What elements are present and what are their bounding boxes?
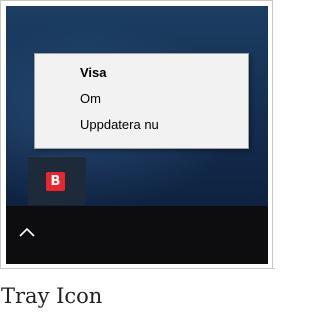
desktop-screenshot: Visa Om Uppdatera nu B <box>6 6 268 264</box>
show-hidden-icons-button[interactable] <box>14 220 40 246</box>
figure-frame: Visa Om Uppdatera nu B <box>0 0 273 268</box>
taskbar <box>6 206 268 264</box>
app-logo-icon[interactable]: B <box>46 172 65 191</box>
menu-item-om[interactable]: Om <box>35 86 248 112</box>
figure-caption: Tray Icon <box>1 284 103 308</box>
chevron-up-icon <box>19 227 35 237</box>
tray-context-menu: Visa Om Uppdatera nu <box>34 53 249 149</box>
divider <box>0 268 275 269</box>
tray-overflow-panel: B <box>28 156 86 205</box>
menu-item-visa[interactable]: Visa <box>35 60 248 86</box>
menu-item-uppdatera-nu[interactable]: Uppdatera nu <box>35 112 248 138</box>
